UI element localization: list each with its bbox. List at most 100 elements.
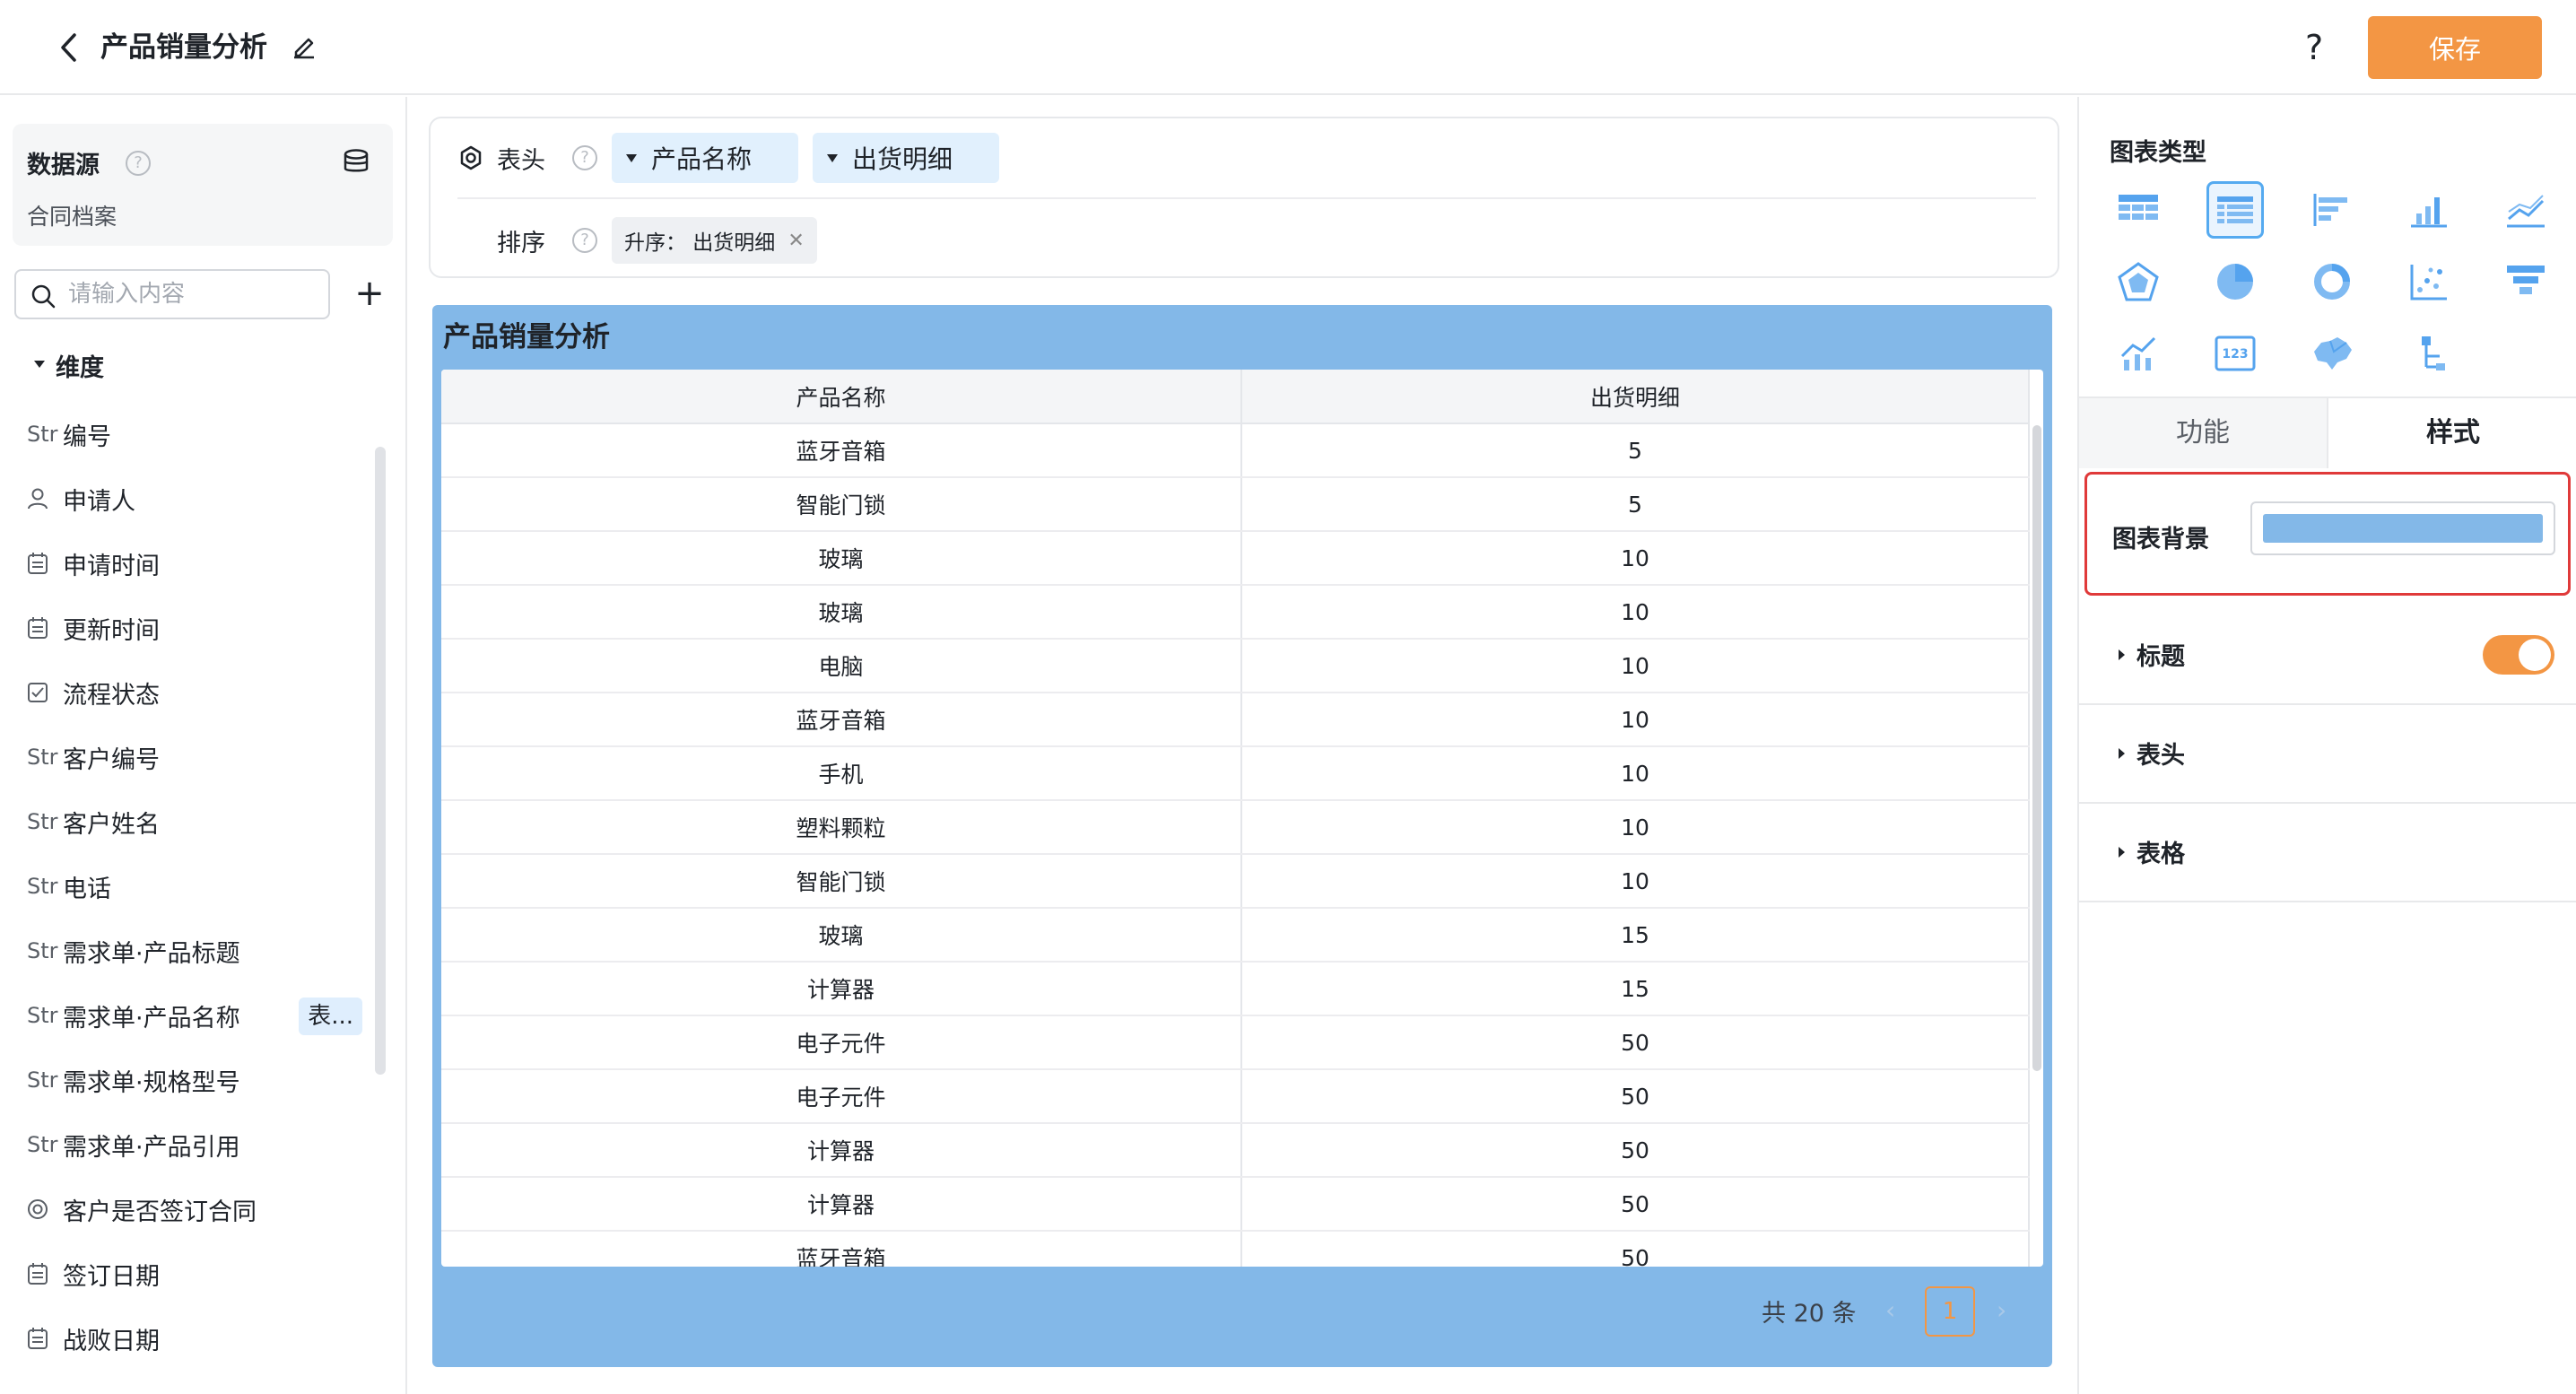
dimension-label: 客户姓名 [63, 810, 160, 839]
pie-icon[interactable] [2206, 253, 2264, 310]
header-help-icon[interactable]: ? [572, 145, 597, 170]
dimension-item[interactable]: Str 客户编号 [27, 725, 368, 789]
string-type-icon: Str [27, 809, 58, 834]
dimension-item[interactable]: 流程状态 [27, 660, 368, 725]
table-row[interactable]: 玻璃 15 [441, 908, 2030, 963]
tab-function[interactable]: 功能 [2079, 398, 2328, 468]
svg-text:123: 123 [2222, 347, 2248, 362]
sort-config-row: 排序 ? 升序： 出货明细 ✕ [457, 215, 817, 266]
dimension-item[interactable]: 战败日期 [27, 1306, 368, 1371]
table-row[interactable]: 智能门锁 5 [441, 477, 2030, 532]
tab-style[interactable]: 样式 [2328, 398, 2576, 468]
dimension-item[interactable]: Str 需求单·产品标题 [27, 919, 368, 983]
funnel-icon[interactable] [2497, 253, 2554, 310]
checkbox-icon [27, 682, 63, 703]
prev-page-button[interactable]: ‹ [1885, 1295, 1895, 1325]
dimension-item[interactable]: 申请人 [27, 466, 368, 531]
sort-help-icon[interactable]: ? [572, 228, 597, 253]
bar-horizontal-icon[interactable] [2303, 181, 2361, 239]
section-header[interactable]: 表头 [2079, 705, 2576, 804]
table-row[interactable]: 手机 10 [441, 746, 2030, 801]
table-cell: 电子元件 [441, 1069, 1242, 1124]
field-search[interactable] [14, 269, 330, 319]
dimension-item[interactable]: Str 需求单·产品名称 表... [27, 983, 368, 1048]
dimension-item[interactable]: 更新时间 [27, 596, 368, 660]
datasource-help-icon[interactable]: ? [126, 151, 151, 176]
edit-title-icon[interactable] [291, 32, 321, 63]
number-card-icon[interactable]: 123 [2206, 325, 2264, 382]
table-scrollbar[interactable] [2032, 425, 2041, 1071]
calendar-icon [27, 1262, 63, 1285]
table-row[interactable]: 计算器 15 [441, 962, 2030, 1016]
map-icon[interactable] [2303, 325, 2361, 382]
table-cell: 智能门锁 [441, 477, 1242, 532]
table-row[interactable]: 智能门锁 10 [441, 854, 2030, 909]
dimension-item[interactable]: 客户是否签订合同 [27, 1177, 368, 1242]
table-row[interactable]: 计算器 50 [441, 1177, 2030, 1232]
table-config-card: 表头 ? 产品名称 出货明细 排序 ? 升序： 出货明细 ✕ [429, 117, 2059, 278]
string-type-icon: Str [27, 874, 58, 899]
column-header[interactable]: 产品名称 [441, 370, 1242, 424]
dimension-title[interactable]: 维度 [56, 348, 104, 383]
table-cell: 蓝牙音箱 [441, 1231, 1242, 1267]
next-page-button[interactable]: › [1997, 1295, 2006, 1325]
table-cell: 15 [1241, 908, 2030, 963]
table-cell: 15 [1241, 962, 2030, 1016]
used-in-tag: 表... [299, 998, 362, 1035]
dimension-item[interactable]: Str 需求单·规格型号 [27, 1048, 368, 1112]
header-field-pill[interactable]: 产品名称 [612, 133, 798, 183]
donut-icon[interactable] [2303, 253, 2361, 310]
bar-vertical-icon[interactable] [2400, 181, 2458, 239]
detail-table-icon[interactable] [2206, 181, 2264, 239]
help-icon[interactable]: ? [2305, 25, 2323, 70]
settings-icon[interactable] [457, 144, 484, 171]
save-button[interactable]: 保存 [2368, 16, 2542, 79]
datasource-card: 数据源 ? 合同档案 [13, 124, 393, 246]
table-row[interactable]: 玻璃 10 [441, 531, 2030, 586]
dimension-item[interactable]: Str 编号 [27, 402, 368, 466]
dimension-item[interactable]: Str 电话 [27, 854, 368, 919]
line-icon[interactable] [2497, 181, 2554, 239]
add-field-button[interactable]: + [350, 271, 389, 318]
scatter-icon[interactable] [2400, 253, 2458, 310]
bg-label: 图表背景 [2112, 526, 2209, 553]
table-row[interactable]: 电子元件 50 [441, 1069, 2030, 1124]
table-row[interactable]: 电子元件 50 [441, 1015, 2030, 1070]
database-icon[interactable] [341, 147, 373, 179]
sort-chip[interactable]: 升序： 出货明细 ✕ [612, 217, 817, 264]
dimension-item[interactable]: 签订日期 [27, 1242, 368, 1306]
page-title: 产品销量分析 [100, 31, 267, 64]
table-row[interactable]: 蓝牙音箱 5 [441, 423, 2030, 478]
collapse-triangle-icon[interactable] [34, 361, 45, 368]
page-number-button[interactable]: 1 [1925, 1286, 1975, 1337]
tree-icon[interactable] [2400, 325, 2458, 382]
dimension-item[interactable]: Str 客户姓名 [27, 789, 368, 854]
table-icon[interactable] [2110, 181, 2167, 239]
table-row[interactable]: 计算器 50 [441, 1123, 2030, 1178]
search-input[interactable] [68, 278, 319, 310]
color-picker[interactable] [2250, 501, 2555, 555]
radar-icon[interactable] [2110, 253, 2167, 310]
table-row[interactable]: 电脑 10 [441, 639, 2030, 693]
style-panel: 图表类型 123 功能 样式 图表背景 标题 表头 表格 [2077, 97, 2576, 1394]
table-cell: 10 [1241, 854, 2030, 909]
table-cell: 电子元件 [441, 1015, 1242, 1070]
header-field-pill[interactable]: 出货明细 [813, 133, 999, 183]
back-button[interactable] [50, 27, 86, 68]
close-icon[interactable]: ✕ [788, 230, 804, 252]
table-row[interactable]: 蓝牙音箱 50 [441, 1231, 2030, 1267]
combo-icon[interactable] [2110, 325, 2167, 382]
table-cell: 10 [1241, 639, 2030, 693]
datasource-label: 数据源 [27, 152, 100, 179]
dimension-item[interactable]: Str 需求单·产品引用 [27, 1112, 368, 1177]
dimension-item[interactable]: 申请时间 [27, 531, 368, 596]
column-header[interactable]: 出货明细 [1241, 370, 2030, 424]
table-row[interactable]: 蓝牙音箱 10 [441, 693, 2030, 747]
table-cell: 5 [1241, 423, 2030, 478]
field-list-scrollbar[interactable] [375, 447, 386, 1075]
table-row[interactable]: 玻璃 10 [441, 585, 2030, 640]
section-title[interactable]: 标题 [2079, 606, 2576, 705]
section-table[interactable]: 表格 [2079, 804, 2576, 902]
title-toggle[interactable] [2483, 635, 2554, 675]
table-row[interactable]: 塑料颗粒 10 [441, 800, 2030, 855]
